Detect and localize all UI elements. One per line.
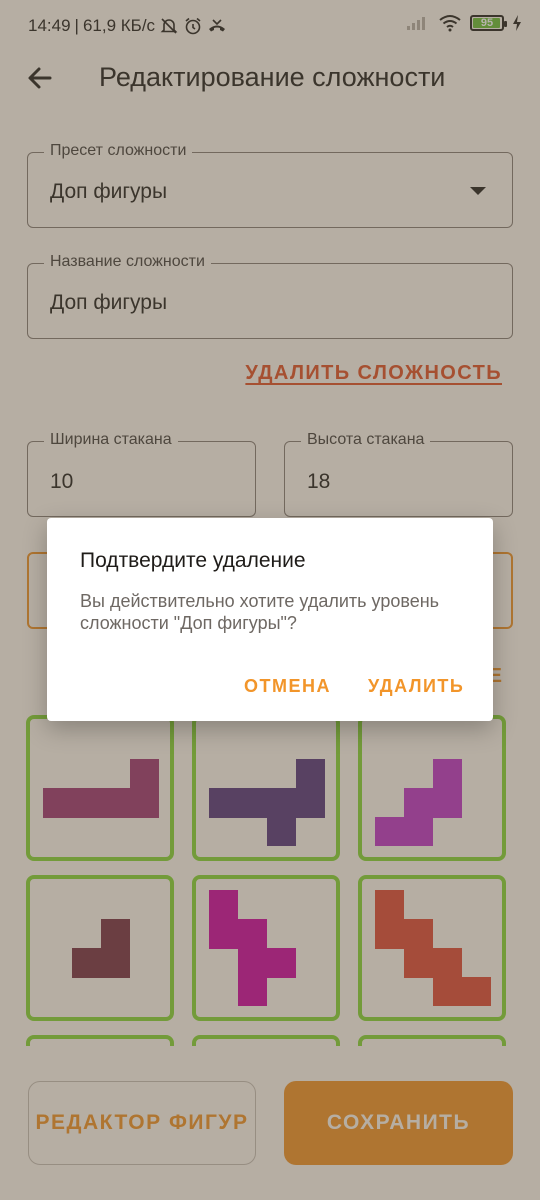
dialog-cancel-button[interactable]: ОТМЕНА: [244, 676, 331, 697]
dialog-message: Вы действительно хотите удалить уровень …: [80, 591, 440, 633]
dialog-title: Подтвердите удаление: [80, 549, 306, 572]
confirm-delete-dialog: Подтвердите удаление Вы действительно хо…: [47, 518, 493, 721]
dialog-delete-button[interactable]: УДАЛИТЬ: [368, 676, 464, 697]
